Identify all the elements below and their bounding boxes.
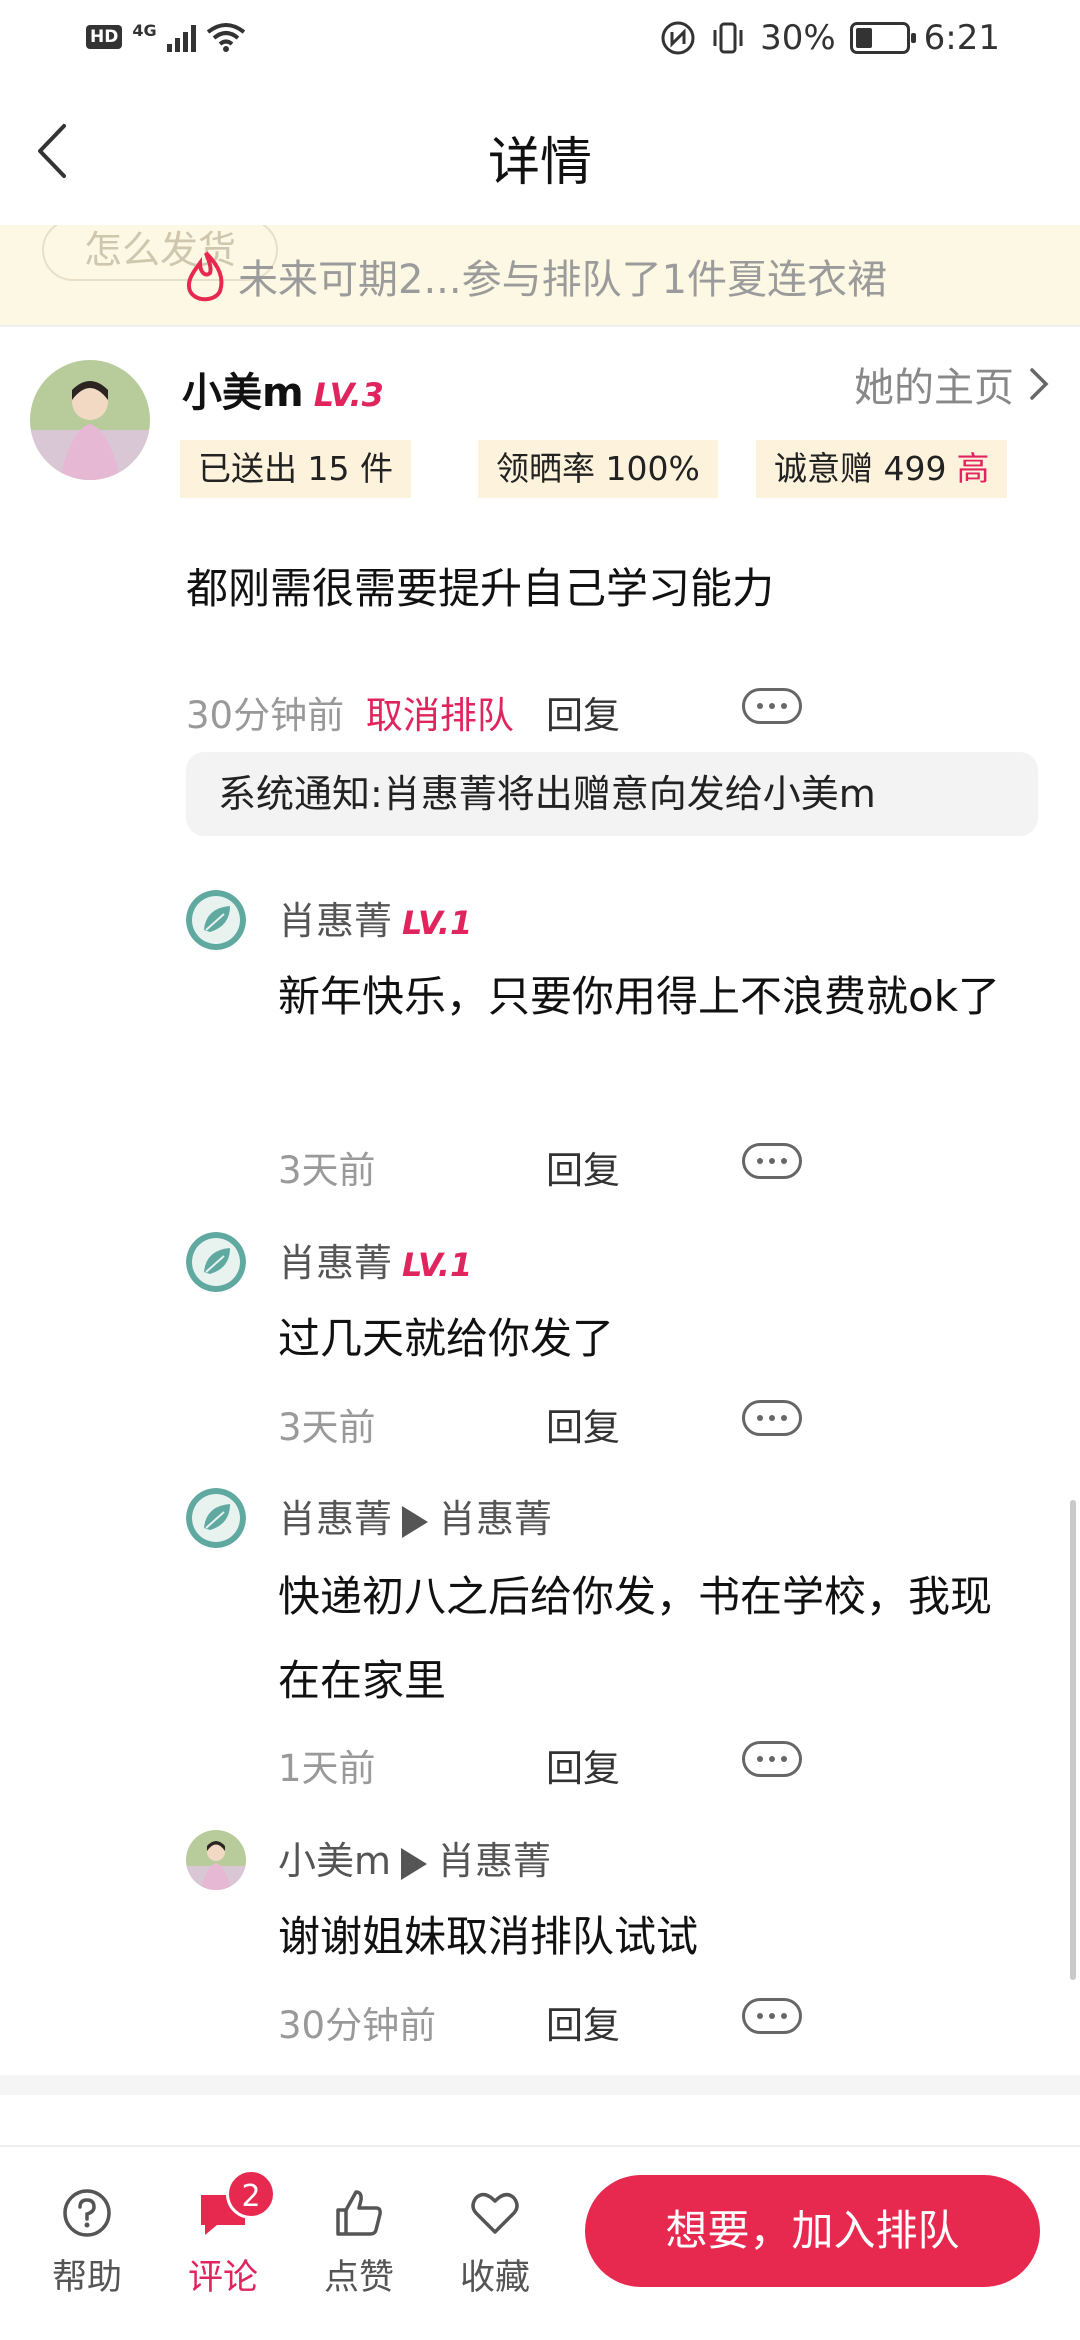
reply-text: 过几天就给你发了 xyxy=(278,1314,615,1363)
wifi-icon xyxy=(206,23,245,52)
author-name: 肖惠菁 xyxy=(278,1241,393,1285)
post-time: 30分钟前 xyxy=(186,694,345,737)
reply-button[interactable]: 回复 xyxy=(546,1738,620,1792)
nfc-icon xyxy=(661,21,695,55)
reply-text: 谢谢姐妹取消排队试试 xyxy=(278,1912,699,1961)
homepage-label: 她的主页 xyxy=(854,365,1014,411)
status-bar: HD 4G 30% 6:21 xyxy=(0,0,1080,80)
page-title: 详情 xyxy=(487,133,592,193)
vibrate-icon xyxy=(713,22,743,54)
level-badge: LV.3 xyxy=(313,376,384,414)
reply-avatar[interactable] xyxy=(186,1488,246,1548)
username[interactable]: 小美m LV.3 xyxy=(182,360,384,418)
reply-author[interactable]: 小美m 肖惠菁 xyxy=(278,1830,551,1885)
stat-chip-sent: 已送出 15 件 xyxy=(180,440,411,498)
status-right: 30% 6:21 xyxy=(660,18,1000,58)
stat-label: 领晒率 100% xyxy=(496,449,700,488)
comment-label: 评论 xyxy=(187,2258,258,2298)
reply-text: 快递初八之后给你发，书在学校，我现在在家里 xyxy=(278,1572,993,1705)
signal-icon xyxy=(166,22,196,52)
stat-label: 已送出 15 件 xyxy=(198,449,393,488)
help-icon xyxy=(63,2189,111,2237)
thumbs-up-icon xyxy=(336,2190,382,2236)
reply-button[interactable]: 回复 xyxy=(546,1995,620,2049)
clock: 6:21 xyxy=(923,18,1000,58)
bottom-action-bar: 帮助 2 评论 点赞 收藏 想要，加入排队 xyxy=(0,2145,1080,2340)
queue-banner[interactable]: 怎么发货 未来可期2...参与排队了1件夏连衣裙 xyxy=(0,225,1080,325)
more-options-icon[interactable] xyxy=(742,1143,802,1179)
reply-time: 1天前 xyxy=(278,1747,376,1790)
help-label: 帮助 xyxy=(51,2258,122,2298)
favorite-label: 收藏 xyxy=(459,2258,530,2298)
scrollbar[interactable] xyxy=(1070,1500,1076,1980)
chevron-right-icon xyxy=(1030,368,1049,400)
post-meta: 30分钟前 取消排队 xyxy=(186,685,514,739)
reply-to-arrow-icon xyxy=(402,1505,429,1538)
reply-button[interactable]: 回复 xyxy=(546,1397,620,1451)
reply-time: 3天前 xyxy=(278,1406,376,1449)
battery-percent: 30% xyxy=(760,18,836,58)
reply-button[interactable]: 回复 xyxy=(546,685,620,739)
stat-chip-rate: 领晒率 100% xyxy=(478,440,718,498)
reply-avatar[interactable] xyxy=(186,1232,246,1292)
system-notice: 系统通知:肖惠菁将出赠意向发给小美m xyxy=(186,752,1038,836)
hd-icon: HD xyxy=(86,25,123,49)
more-options-icon[interactable] xyxy=(742,1741,802,1777)
reply-author[interactable]: 肖惠菁 LV.1 xyxy=(278,1232,472,1287)
stat-label: 诚意赠 499 xyxy=(774,449,947,488)
like-label: 点赞 xyxy=(323,2258,394,2298)
reply-author[interactable]: 肖惠菁 LV.1 xyxy=(278,890,472,945)
top-app-bar: 详情 xyxy=(0,80,1080,230)
reply-avatar[interactable] xyxy=(186,890,246,950)
post-text: 都刚需很需要提升自己学习能力 xyxy=(186,564,775,613)
author-name: 小美m xyxy=(278,1839,392,1883)
banner-message: 未来可期2...参与排队了1件夏连衣裙 xyxy=(238,257,888,303)
favorite-tab[interactable]: 收藏 xyxy=(440,2183,550,2300)
status-left: HD 4G xyxy=(86,20,246,52)
reply-text: 新年快乐，只要你用得上不浪费就ok了 xyxy=(278,972,1001,1021)
like-tab[interactable]: 点赞 xyxy=(304,2183,414,2300)
avatar[interactable] xyxy=(30,360,150,480)
divider xyxy=(0,325,1080,327)
reply-button[interactable]: 回复 xyxy=(546,1140,620,1194)
comment-tab[interactable]: 2 评论 xyxy=(168,2169,278,2300)
battery-icon xyxy=(849,22,916,54)
username-text: 小美m xyxy=(182,370,304,416)
join-queue-button[interactable]: 想要，加入排队 xyxy=(585,2175,1040,2287)
author-name: 肖惠菁 xyxy=(278,1497,393,1541)
section-separator xyxy=(0,2075,1080,2095)
level-badge: LV.1 xyxy=(402,904,473,942)
reply-author[interactable]: 肖惠菁 肖惠菁 xyxy=(278,1488,552,1543)
network-type: 4G xyxy=(132,20,157,40)
heart-icon xyxy=(471,2192,519,2234)
reply-to-arrow-icon xyxy=(401,1847,428,1880)
reply-time: 30分钟前 xyxy=(278,2004,437,2047)
more-options-icon[interactable] xyxy=(742,688,802,724)
more-options-icon[interactable] xyxy=(742,1998,802,2034)
reply-to-name: 肖惠菁 xyxy=(437,1839,552,1883)
comment-count-badge: 2 xyxy=(226,2169,276,2219)
more-options-icon[interactable] xyxy=(742,1400,802,1436)
her-homepage-link[interactable]: 她的主页 xyxy=(854,355,1050,413)
stat-chip-sincerity: 诚意赠 499 高 xyxy=(756,440,1008,498)
author-name: 肖惠菁 xyxy=(278,899,393,943)
stat-tag: 高 xyxy=(956,449,990,488)
reply-to-name: 肖惠菁 xyxy=(438,1497,553,1541)
flame-icon xyxy=(187,251,224,302)
cancel-queue-button[interactable]: 取消排队 xyxy=(366,694,514,737)
help-tab[interactable]: 帮助 xyxy=(32,2183,142,2300)
reply-avatar[interactable] xyxy=(186,1830,246,1890)
level-badge: LV.1 xyxy=(402,1246,473,1284)
reply-time: 3天前 xyxy=(278,1149,376,1192)
